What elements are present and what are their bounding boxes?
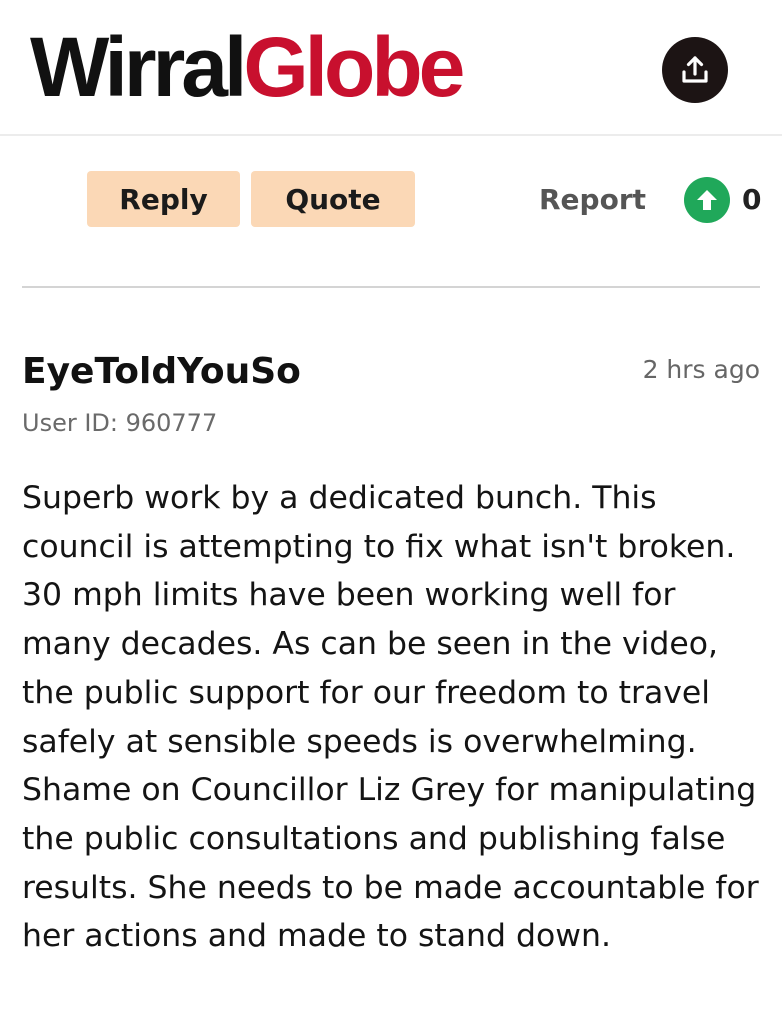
site-logo[interactable]: WirralGlobe <box>30 20 465 114</box>
logo-wirral-text: Wirral <box>30 20 247 114</box>
divider <box>22 286 760 288</box>
comment-body: Superb work by a dedicated bunch. This c… <box>22 480 759 955</box>
vote-count: 0 <box>742 183 762 216</box>
comment-timestamp: 2 hrs ago <box>642 355 760 384</box>
share-button[interactable] <box>662 37 728 103</box>
quote-button[interactable]: Quote <box>251 171 415 227</box>
report-link[interactable]: Report <box>539 180 646 220</box>
upload-share-icon <box>682 56 708 83</box>
upvote-button[interactable] <box>684 177 730 223</box>
arrow-up-icon <box>697 190 717 210</box>
site-header: WirralGlobe <box>0 0 782 136</box>
reply-button[interactable]: Reply <box>87 171 240 227</box>
comment-username[interactable]: EyeToldYouSo <box>22 350 301 394</box>
comment-user-id: User ID: 960777 <box>22 409 218 437</box>
logo-globe-text: Globe <box>243 20 465 114</box>
